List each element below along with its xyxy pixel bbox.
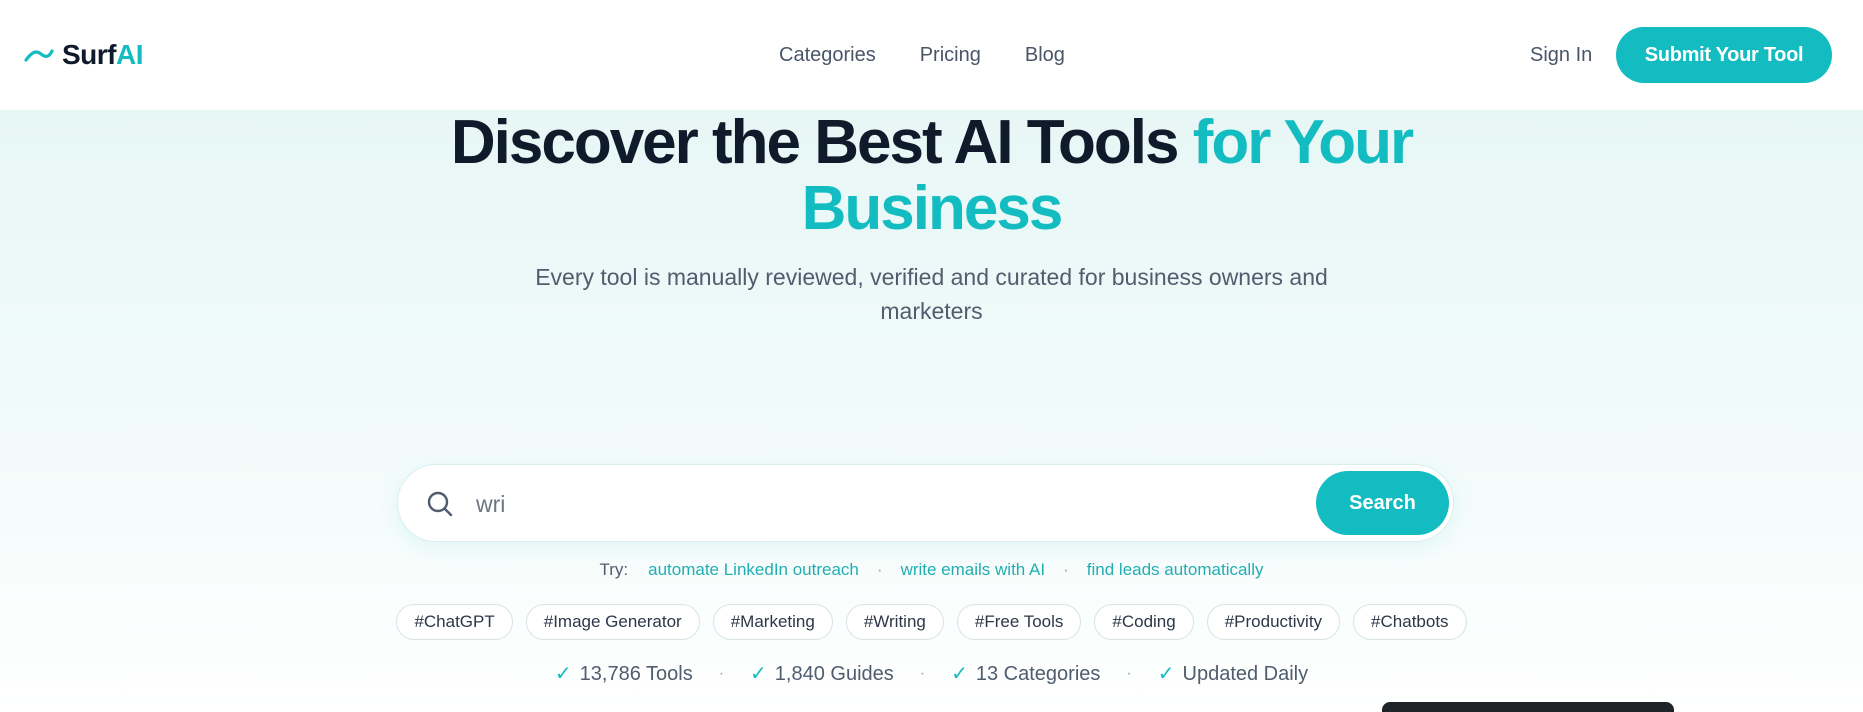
nav-blog[interactable]: Blog (1025, 40, 1065, 70)
sign-in-link[interactable]: Sign In (1530, 40, 1592, 70)
wave-icon (24, 49, 54, 62)
stat-categories: ✓ 13 Categories (951, 660, 1100, 688)
stat-tools: ✓ 13,786 Tools (555, 660, 693, 688)
separator-dot: · (919, 665, 926, 682)
logo-text: SurfAI (62, 39, 144, 70)
tag-free-tools[interactable]: #Free Tools (956, 604, 1082, 640)
check-icon: ✓ (750, 663, 767, 685)
tag-coding[interactable]: #Coding (1094, 604, 1194, 640)
tag-chatgpt[interactable]: #ChatGPT (396, 604, 513, 640)
tag-marketing[interactable]: #Marketing (712, 604, 833, 640)
check-icon: ✓ (1157, 663, 1175, 685)
logo-link[interactable]: SurfAI (24, 38, 144, 72)
tag-productivity[interactable]: #Productivity (1206, 604, 1341, 640)
stats-bar: ✓ 13,786 Tools · ✓ 1,840 Guides · ✓ 13 C… (0, 660, 1863, 688)
separator-dot: · (1063, 560, 1069, 579)
check-icon: ✓ (554, 663, 572, 685)
stat-updated: ✓ Updated Daily (1158, 660, 1308, 688)
tag-chatbots[interactable]: #Chatbots (1353, 604, 1467, 640)
tag-writing[interactable]: #Writing (845, 604, 944, 640)
top-header: SurfAI Categories Pricing Blog Sign In S… (0, 0, 1863, 110)
tag-list: #ChatGPT #Image Generator #Marketing #Wr… (0, 604, 1863, 640)
try-suggestions: Try: automate LinkedIn outreach · write … (0, 558, 1863, 582)
hero-headline: Discover the Best AI Tools for Your Busi… (0, 110, 1863, 242)
stat-categories-label: 13 Categories (975, 663, 1101, 685)
headline-dark: Discover the Best AI Tools (450, 108, 1180, 177)
try-suggestion-emails[interactable]: write emails with AI (901, 558, 1046, 582)
separator-dot: · (718, 665, 725, 682)
search-bar: Search (397, 464, 1454, 542)
check-icon: ✓ (951, 663, 968, 685)
nav-pricing[interactable]: Pricing (920, 40, 981, 70)
nav-categories[interactable]: Categories (779, 40, 876, 70)
stat-updated-label: Updated Daily (1182, 663, 1309, 685)
stat-guides-label: 1,840 Guides (774, 663, 894, 685)
headline-accent: for Your (1192, 108, 1414, 177)
search-input[interactable] (476, 483, 1296, 525)
headline-accent-line: Business (801, 174, 1064, 243)
try-suggestion-linkedin[interactable]: automate LinkedIn outreach (648, 558, 859, 582)
try-label: Try: (599, 560, 629, 579)
separator-dot: · (876, 560, 883, 579)
main-nav: Categories Pricing Blog (779, 40, 1065, 70)
hero-subtitle: Every tool is manually reviewed, verifie… (535, 264, 1328, 324)
stat-tools-label: 13,786 Tools (579, 663, 693, 685)
submit-tool-button[interactable]: Submit Your Tool (1616, 27, 1832, 83)
try-suggestion-leads[interactable]: find leads automatically (1087, 558, 1264, 582)
separator-dot: · (1126, 665, 1132, 682)
floating-widget-tab[interactable] (1382, 702, 1674, 712)
search-button[interactable]: Search (1316, 471, 1449, 535)
search-icon (427, 491, 453, 517)
tag-image-generator[interactable]: #Image Generator (525, 604, 700, 640)
stat-guides: ✓ 1,840 Guides (750, 660, 894, 688)
